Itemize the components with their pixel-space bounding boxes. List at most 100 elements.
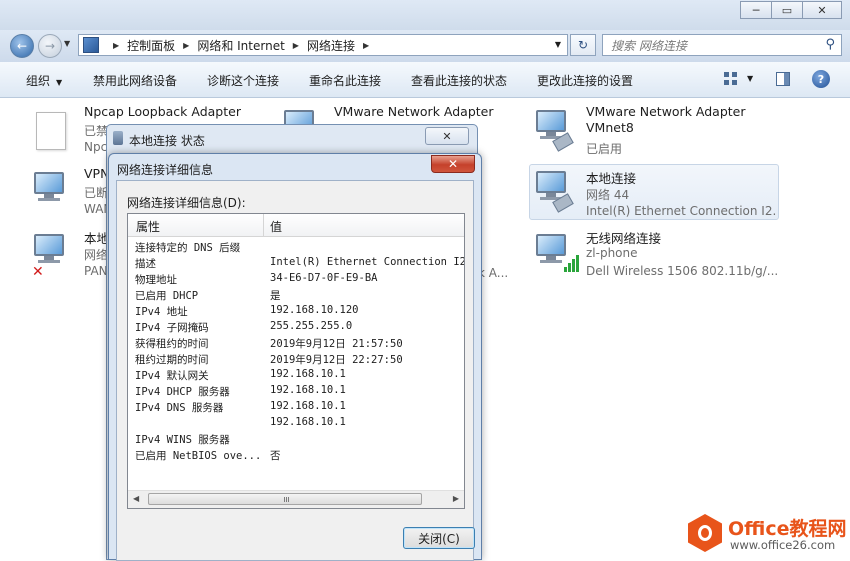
table-row[interactable]: IPv4 WINS 服务器 (128, 431, 464, 447)
organize-label: 组织 (26, 74, 51, 88)
watermark-brand: Office教程网 (728, 518, 847, 540)
table-row[interactable]: 描述 Intel(R) Ethernet Connection I217 (128, 255, 464, 271)
refresh-button[interactable]: ↻ (570, 34, 596, 56)
value-cell: 192.168.10.1 (270, 384, 346, 396)
value-cell: 192.168.10.1 (270, 400, 346, 412)
minimize-button[interactable]: ─ (740, 1, 772, 19)
scrollbar-thumb[interactable] (148, 493, 422, 505)
adapter-device: Intel(R) Ethernet Connection I2... (586, 204, 776, 218)
adapter-status: 已断 (84, 186, 109, 200)
property-cell: IPv4 地址 (135, 306, 188, 318)
rename-connection-button[interactable]: 重命名此连接 (309, 72, 381, 89)
address-dropdown-icon[interactable]: ▼ (555, 40, 561, 49)
adapter-status: 已启用 (586, 142, 623, 156)
window-controls: ─ ▭ ✕ (740, 1, 842, 19)
breadcrumb-control-panel[interactable]: 控制面板 (127, 37, 175, 54)
table-row[interactable]: 192.168.10.1 (128, 415, 464, 431)
window-close-button[interactable]: ✕ (802, 1, 842, 19)
adapter-wireless[interactable]: 无线网络连接 zl-phone Dell Wireless 1506 802.1… (530, 228, 780, 284)
help-button[interactable]: ? (812, 70, 830, 88)
scroll-right-icon[interactable]: ▶ (453, 494, 459, 503)
table-row[interactable]: 连接特定的 DNS 后缀 (128, 239, 464, 255)
view-status-button[interactable]: 查看此连接的状态 (411, 72, 507, 89)
wireless-adapter-icon (534, 234, 579, 274)
organize-menu[interactable]: 组织 ▼ (26, 72, 62, 89)
chevron-right-icon[interactable]: ▶ (363, 41, 369, 50)
details-dialog-close-x-button[interactable]: ✕ (431, 155, 475, 173)
diagnose-connection-button[interactable]: 诊断这个连接 (207, 72, 279, 89)
preview-pane-icon[interactable] (776, 72, 790, 86)
horizontal-scrollbar[interactable]: ◀ ▶ (128, 490, 464, 508)
breadcrumb-network-internet[interactable]: 网络和 Internet (197, 37, 284, 54)
back-arrow-icon: ← (16, 39, 28, 53)
adapter-name: 本地连接 (586, 171, 637, 186)
property-cell: 获得租约的时间 (135, 338, 209, 350)
property-cell: IPv4 默认网关 (135, 370, 209, 382)
details-listview[interactable]: 属性 值 连接特定的 DNS 后缀 描述 Intel(R) Ethernet Con… (127, 213, 465, 509)
property-cell: 已启用 NetBIOS ove... (135, 450, 262, 462)
table-row[interactable]: IPv4 默认网关 192.168.10.1 (128, 367, 464, 383)
table-row[interactable]: 已启用 DHCP 是 (128, 287, 464, 303)
breadcrumb-network-connections[interactable]: 网络连接 (307, 37, 355, 54)
refresh-icon: ↻ (577, 38, 589, 52)
network-adapter-icon (534, 110, 574, 152)
breadcrumb: ▶ 控制面板 ▶ 网络和 Internet ▶ 网络连接 ▶ (105, 37, 377, 54)
property-cell: 连接特定的 DNS 后缀 (135, 242, 241, 254)
adapter-name: VMware Network Adapter (334, 104, 494, 119)
forward-button[interactable]: → (38, 34, 62, 58)
property-cell: IPv4 子网掩码 (135, 322, 209, 334)
property-cell: 租约过期的时间 (135, 354, 209, 366)
search-input[interactable] (609, 37, 813, 55)
value-cell: 是 (270, 290, 281, 302)
status-dialog-close-button[interactable]: ✕ (425, 127, 469, 145)
adapter-device: Npc (84, 140, 108, 154)
table-row[interactable]: 租约过期的时间 2019年9月12日 22:27:50 (128, 351, 464, 367)
chevron-right-icon[interactable]: ▶ (293, 41, 299, 50)
adapter-vmware-vmnet8[interactable]: VMware Network Adapter VMnet8 已启用 (530, 104, 780, 160)
details-dialog-body: 网络连接详细信息(D): 属性 值 连接特定的 DNS 后缀 描述 Intel(R)… (116, 180, 475, 561)
close-icon: ✕ (817, 3, 827, 17)
view-options-icon[interactable] (724, 72, 738, 86)
office-logo-icon (688, 514, 722, 552)
table-row[interactable]: IPv4 DNS 服务器 192.168.10.1 (128, 399, 464, 415)
adapter-status: 网络 44 (586, 188, 630, 202)
table-row[interactable]: 已启用 NetBIOS ove... 否 (128, 447, 464, 463)
change-settings-button[interactable]: 更改此连接的设置 (537, 72, 633, 89)
value-cell: 255.255.255.0 (270, 320, 353, 332)
status-dialog-title: 本地连接 状态 (129, 134, 205, 148)
adapter-name: 无线网络连接 (586, 231, 662, 246)
details-close-button[interactable]: 关闭(C) (403, 527, 475, 549)
adapter-device: Dell Wireless 1506 802.11b/g/... (586, 264, 779, 278)
table-row[interactable]: 获得租约的时间 2019年9月12日 21:57:50 (128, 335, 464, 351)
table-row[interactable]: 物理地址 34-E6-D7-0F-E9-BA (128, 271, 464, 287)
value-cell: 192.168.10.1 (270, 368, 346, 380)
maximize-icon: ▭ (781, 3, 793, 17)
adapter-device: PAN (84, 264, 108, 278)
minimize-icon: ─ (752, 3, 760, 17)
adapter-name: VMware Network Adapter VMnet8 (586, 104, 746, 135)
details-dialog-title: 网络连接详细信息 (117, 163, 214, 177)
close-icon: ✕ (442, 129, 452, 143)
recent-pages-dropdown[interactable]: ▼ (64, 39, 70, 48)
chevron-right-icon[interactable]: ▶ (183, 41, 189, 50)
address-bar[interactable]: ▶ 控制面板 ▶ 网络和 Internet ▶ 网络连接 ▶ ▼ (78, 34, 568, 56)
vpn-adapter-icon (32, 172, 72, 212)
back-button[interactable]: ← (10, 34, 34, 58)
column-header-property[interactable]: 属性 (136, 218, 160, 235)
signal-strength-icon (564, 254, 580, 272)
adapter-local-connection-selected[interactable]: 本地连接 网络 44 Intel(R) Ethernet Connection … (529, 164, 779, 220)
network-status-icon (113, 131, 123, 145)
value-cell: 34-E6-D7-0F-E9-BA (270, 272, 378, 284)
disable-device-button[interactable]: 禁用此网络设备 (93, 72, 177, 89)
maximize-button[interactable]: ▭ (771, 1, 803, 19)
close-icon: ✕ (447, 157, 459, 171)
table-row[interactable]: IPv4 地址 192.168.10.120 (128, 303, 464, 319)
window-titlebar: ─ ▭ ✕ (0, 0, 850, 30)
chevron-down-icon[interactable]: ▼ (747, 74, 753, 83)
column-header-value[interactable]: 值 (270, 218, 282, 235)
search-box[interactable]: ⚲ (602, 34, 842, 56)
table-row[interactable]: IPv4 子网掩码 255.255.255.0 (128, 319, 464, 335)
table-row[interactable]: IPv4 DHCP 服务器 192.168.10.1 (128, 383, 464, 399)
search-icon[interactable]: ⚲ (825, 37, 835, 52)
scroll-left-icon[interactable]: ◀ (133, 494, 139, 503)
